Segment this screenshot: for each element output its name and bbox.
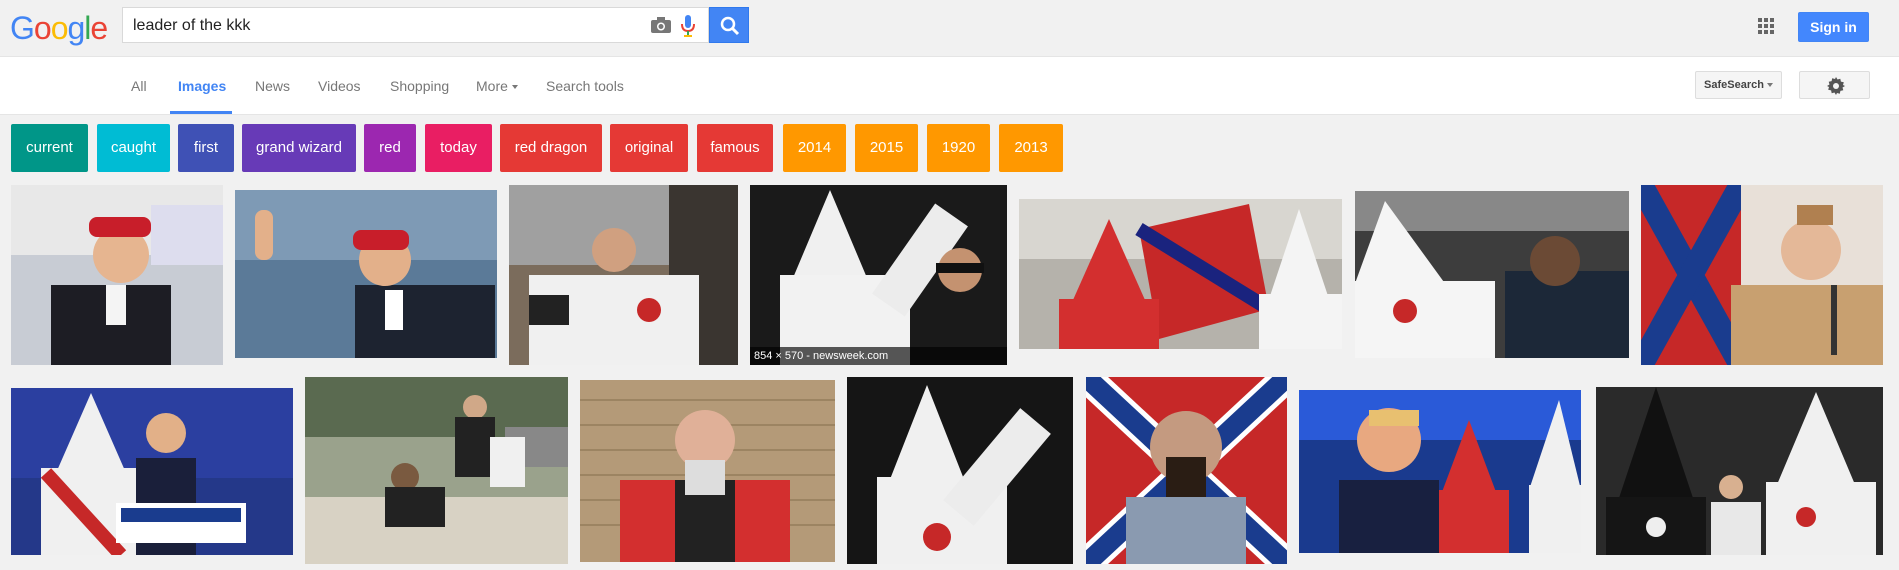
image-result[interactable]: 854 × 570 - newsweek.com <box>750 185 1007 365</box>
image-result[interactable] <box>1641 185 1883 365</box>
image-result[interactable] <box>1596 387 1883 555</box>
camera-icon[interactable] <box>651 17 671 33</box>
safesearch-label: SafeSearch <box>1704 79 1764 91</box>
top-bar: Google Sign in <box>0 0 1899 56</box>
logo-letter: o <box>33 10 52 46</box>
search-input[interactable] <box>131 14 635 38</box>
image-result[interactable] <box>1299 390 1581 553</box>
microphone-icon[interactable] <box>681 15 695 37</box>
search-button[interactable] <box>709 7 749 43</box>
search-tools-button[interactable]: Search tools <box>546 78 624 94</box>
tab-videos[interactable]: Videos <box>318 78 361 94</box>
image-result[interactable] <box>580 380 835 562</box>
tab-news[interactable]: News <box>255 78 290 94</box>
chip-caught[interactable]: caught <box>97 124 170 172</box>
tab-images[interactable]: Images <box>178 78 226 94</box>
tab-more[interactable]: More <box>476 78 518 94</box>
chevron-down-icon <box>1766 83 1773 88</box>
gear-icon <box>1827 77 1845 100</box>
chip-today[interactable]: today <box>425 124 492 172</box>
image-result[interactable] <box>1086 377 1287 564</box>
logo-letter: e <box>90 10 108 46</box>
image-caption: 854 × 570 - newsweek.com <box>750 347 1007 365</box>
image-result[interactable] <box>847 377 1073 564</box>
image-result[interactable] <box>11 185 223 365</box>
tab-all[interactable]: All <box>131 78 147 94</box>
chip-first[interactable]: first <box>178 124 234 172</box>
image-result[interactable] <box>11 388 293 555</box>
chip-2013[interactable]: 2013 <box>999 124 1063 172</box>
chip-2014[interactable]: 2014 <box>783 124 846 172</box>
logo-letter: o <box>50 10 69 46</box>
search-nav-bar: All Images News Videos Shopping More Sea… <box>0 56 1899 115</box>
image-result[interactable] <box>235 190 497 358</box>
search-icon <box>720 16 740 41</box>
apps-grid-icon[interactable] <box>1758 18 1774 34</box>
safesearch-dropdown[interactable]: SafeSearch <box>1695 71 1782 99</box>
image-result[interactable] <box>305 377 568 564</box>
chip-current[interactable]: current <box>11 124 88 172</box>
chip-2015[interactable]: 2015 <box>855 124 918 172</box>
chip-1920[interactable]: 1920 <box>927 124 990 172</box>
active-tab-indicator <box>170 111 232 114</box>
chip-grand-wizard[interactable]: grand wizard <box>242 124 356 172</box>
logo-letter: G <box>10 10 35 46</box>
chip-red[interactable]: red <box>364 124 416 172</box>
chip-original[interactable]: original <box>610 124 688 172</box>
image-result[interactable] <box>509 185 738 365</box>
chevron-down-icon <box>511 85 518 90</box>
tab-shopping[interactable]: Shopping <box>390 78 449 94</box>
chip-famous[interactable]: famous <box>697 124 773 172</box>
tab-more-label: More <box>476 78 508 94</box>
image-result[interactable] <box>1355 191 1629 358</box>
google-logo[interactable]: Google <box>10 10 108 47</box>
logo-letter: g <box>67 10 85 46</box>
settings-button[interactable] <box>1799 71 1870 99</box>
image-result[interactable] <box>1019 199 1342 349</box>
chip-red-dragon[interactable]: red dragon <box>500 124 602 172</box>
sign-in-button[interactable]: Sign in <box>1798 12 1869 42</box>
search-box <box>122 7 709 43</box>
